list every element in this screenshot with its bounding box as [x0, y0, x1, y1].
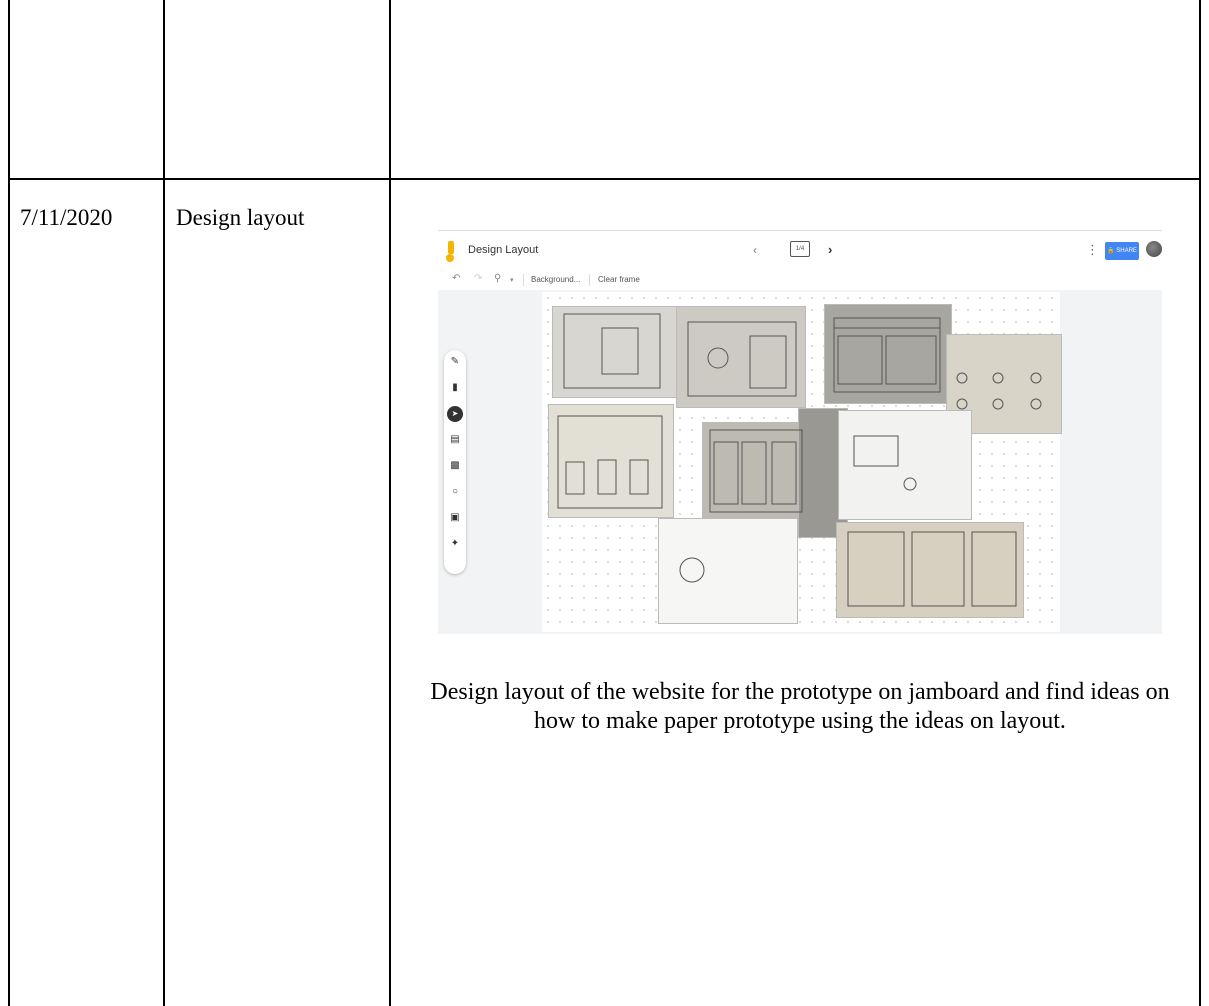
row2-title: Design layout: [176, 205, 305, 230]
table-row-divider: [8, 178, 1201, 180]
row2-date: 7/11/2020: [20, 205, 113, 230]
toolbar-divider: [523, 274, 524, 286]
document-table: 7/11/2020 Design layout Design Layout ‹ …: [0, 0, 1209, 1006]
frame-indicator[interactable]: 1/4: [790, 241, 810, 257]
sketch-lines: [557, 313, 1042, 607]
table-column-divider-1: [163, 0, 165, 1006]
eraser-icon[interactable]: ▮: [444, 382, 466, 393]
laser-icon[interactable]: ✦: [444, 538, 466, 549]
zoom-dropdown-icon[interactable]: ▾: [510, 276, 514, 284]
table-border-right: [1199, 0, 1201, 1006]
table-column-divider-2: [389, 0, 391, 1006]
description-text: Design layout of the website for the pro…: [430, 679, 1170, 734]
table-border-left: [8, 0, 10, 1006]
share-label: SHARE: [1116, 248, 1137, 254]
circle-icon[interactable]: ○: [444, 486, 466, 497]
pen-icon[interactable]: ✎: [444, 356, 466, 367]
share-button[interactable]: 🔒 SHARE: [1105, 242, 1139, 260]
jamboard-canvas[interactable]: [542, 292, 1062, 632]
jamboard-screenshot: Design Layout ‹ 1/4 › ⋮ 🔒 SHARE ↶ ↷ ⚲ ▾ …: [438, 230, 1162, 634]
jamboard-title: Design Layout: [468, 244, 539, 256]
toolbar-divider: [589, 274, 590, 286]
sticky-note-icon[interactable]: ▤: [444, 434, 466, 445]
jamboard-tool-sidebar: ✎ ▮ ➤ ▤ ▩ ○ ▣ ✦: [444, 350, 466, 574]
select-icon[interactable]: ➤: [444, 406, 466, 422]
undo-icon[interactable]: ↶: [452, 273, 460, 284]
more-options-icon[interactable]: ⋮: [1086, 242, 1099, 258]
jamboard-toolbar: ↶ ↷ ⚲ ▾ Background... Clear frame: [438, 270, 1162, 290]
text-box-icon[interactable]: ▣: [444, 512, 466, 523]
jamboard-logo-icon: [446, 241, 454, 262]
avatar[interactable]: [1146, 241, 1162, 257]
next-frame-icon[interactable]: ›: [828, 242, 832, 257]
previous-frame-icon[interactable]: ‹: [753, 243, 757, 257]
background-button[interactable]: Background...: [531, 275, 580, 284]
zoom-icon[interactable]: ⚲: [494, 273, 501, 284]
jamboard-topbar: Design Layout ‹ 1/4 › ⋮ 🔒 SHARE: [438, 230, 1162, 271]
redo-icon[interactable]: ↷: [474, 273, 482, 284]
clear-frame-button[interactable]: Clear frame: [598, 275, 640, 284]
image-icon[interactable]: ▩: [444, 460, 466, 471]
